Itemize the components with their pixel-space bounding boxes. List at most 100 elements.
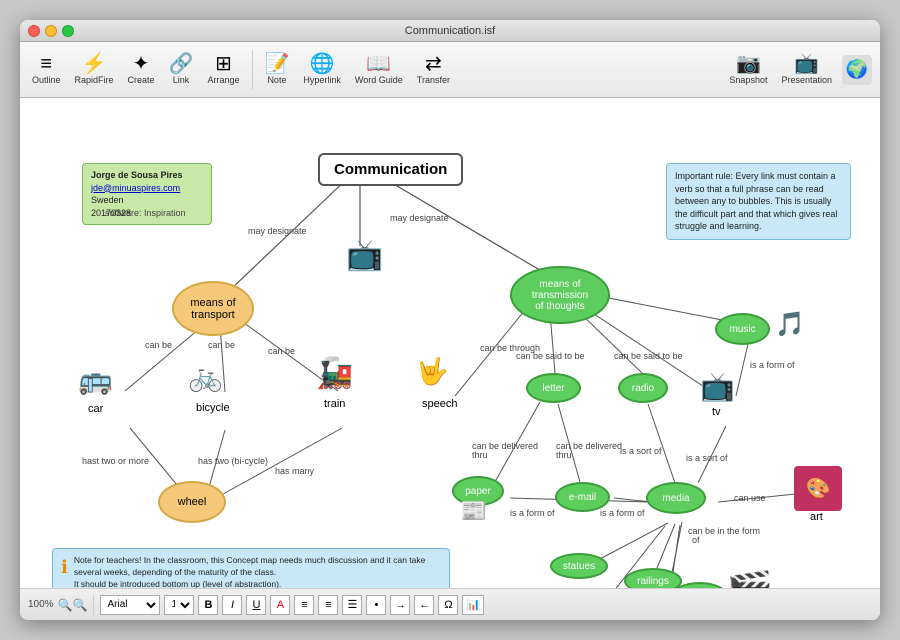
paper-label: paper xyxy=(465,486,491,497)
info-box: Important rule: Every link must contain … xyxy=(666,163,851,240)
graph-button[interactable]: 📊 xyxy=(462,595,484,615)
symbol-button[interactable]: Ω xyxy=(438,595,458,615)
hyperlink-icon: 🌐 xyxy=(310,54,335,74)
window-title: Communication.isf xyxy=(405,25,495,37)
speech-image: 🤟 xyxy=(416,356,448,387)
wheel-label: wheel xyxy=(178,496,207,508)
canvas[interactable]: Jorge de Sousa Pires jde@minuaspires.com… xyxy=(20,98,880,588)
letter-label: letter xyxy=(542,383,564,394)
tool-snapshot[interactable]: 📷 Snapshot xyxy=(725,52,771,87)
zoom-icons: 🔍🔍 xyxy=(58,598,88,612)
wordguide-label: Word Guide xyxy=(355,75,403,85)
user-country: Sweden xyxy=(91,194,203,207)
font-selector[interactable]: Arial xyxy=(100,595,160,615)
node-email[interactable]: e-mail xyxy=(555,482,610,512)
note-text: Note for teachers! In the classroom, thi… xyxy=(74,555,441,588)
node-communication[interactable]: Communication xyxy=(318,153,463,186)
speech-label: speech xyxy=(422,398,457,410)
node-car[interactable]: car xyxy=(88,403,103,415)
title-bar: Communication.isf xyxy=(20,20,880,42)
link-label-can-be-3: can be xyxy=(268,346,295,356)
align-center-button[interactable]: ≡ xyxy=(318,595,338,615)
italic-button[interactable]: I xyxy=(222,595,242,615)
tool-outline[interactable]: ≡ Outline xyxy=(28,52,65,87)
outdent-button[interactable]: ← xyxy=(414,595,434,615)
underline-button[interactable]: U xyxy=(246,595,266,615)
link-label-said-to-be-2: can be said to be xyxy=(614,351,683,361)
car-label: car xyxy=(88,403,103,415)
tool-transfer[interactable]: ⇄ Transfer xyxy=(413,52,454,87)
avatar: 🌍 xyxy=(842,55,872,85)
tool-hyperlink[interactable]: 🌐 Hyperlink xyxy=(299,52,345,87)
node-letter[interactable]: letter xyxy=(526,373,581,403)
create-icon: ✦ xyxy=(133,54,150,74)
tool-link[interactable]: 🔗 Link xyxy=(165,52,198,87)
media-label: media xyxy=(662,493,689,504)
outline-label: Outline xyxy=(32,75,61,85)
node-music[interactable]: music xyxy=(715,313,770,345)
node-bicycle[interactable]: bicycle xyxy=(196,402,230,414)
node-tv[interactable]: tv xyxy=(712,406,721,418)
link-label-may-designate-1: may designate xyxy=(248,226,307,236)
user-name: Jorge de Sousa Pires xyxy=(91,169,203,182)
size-selector[interactable]: 12 xyxy=(164,595,194,615)
color-button[interactable]: A xyxy=(270,595,290,615)
link-label-form-of-2: of xyxy=(692,535,700,545)
maximize-button[interactable] xyxy=(62,25,74,37)
presentation-icon: 📺 xyxy=(794,54,819,74)
node-art[interactable]: art xyxy=(810,511,823,523)
zoom-level: 100% xyxy=(28,599,54,610)
node-speech[interactable]: speech xyxy=(422,398,457,410)
node-wheel[interactable]: wheel xyxy=(158,481,226,523)
minimize-button[interactable] xyxy=(45,25,57,37)
close-button[interactable] xyxy=(28,25,40,37)
software-label: software: Inspiration xyxy=(105,208,186,218)
bottom-divider-1 xyxy=(93,595,94,615)
link-label-form-1: is a form of xyxy=(510,508,555,518)
bullet-button[interactable]: • xyxy=(366,595,386,615)
bold-button[interactable]: B xyxy=(198,595,218,615)
note-warning-icon: ℹ xyxy=(61,555,68,588)
art-image: 🎨 xyxy=(794,466,842,511)
radio-label: radio xyxy=(632,383,654,394)
tool-wordguide[interactable]: 📖 Word Guide xyxy=(351,52,407,87)
link-icon: 🔗 xyxy=(169,54,194,74)
tool-rapidfire[interactable]: ⚡ RapidFire xyxy=(71,52,118,87)
bottom-toolbar: 100% 🔍🔍 Arial 12 B I U A ≡ ≡ ☰ • → ← Ω 📊 xyxy=(20,588,880,620)
wordguide-icon: 📖 xyxy=(366,54,391,74)
list-button[interactable]: ☰ xyxy=(342,595,362,615)
node-statues[interactable]: statues xyxy=(550,553,608,579)
music-icon: 🎵 xyxy=(775,310,805,339)
tool-create[interactable]: ✦ Create xyxy=(124,52,159,87)
toolbar-divider-1 xyxy=(252,50,253,90)
movie-image: 🎬 xyxy=(726,570,773,588)
transfer-icon: ⇄ xyxy=(425,54,442,74)
align-left-button[interactable]: ≡ xyxy=(294,595,314,615)
link-label-sort-1: is a sort of xyxy=(620,446,662,456)
link-label-said-to-be-1: can be said to be xyxy=(516,351,585,361)
note-icon: 📝 xyxy=(265,54,290,74)
tool-arrange[interactable]: ⊞ Arrange xyxy=(203,52,243,87)
note-box: ℹ Note for teachers! In the classroom, t… xyxy=(52,548,450,588)
node-radio[interactable]: radio xyxy=(618,373,668,403)
node-means-transport[interactable]: means oftransport xyxy=(172,281,254,336)
train-image: 🚂 xyxy=(316,356,353,391)
node-railings[interactable]: railings xyxy=(624,568,682,588)
arrange-label: Arrange xyxy=(207,75,239,85)
note-label: Note xyxy=(267,75,286,85)
means-transmission-label: means oftransmissionof thoughts xyxy=(532,279,588,312)
main-toolbar: ≡ Outline ⚡ RapidFire ✦ Create 🔗 Link ⊞ … xyxy=(20,42,880,98)
indent-button[interactable]: → xyxy=(390,595,410,615)
email-label: e-mail xyxy=(569,492,596,503)
tool-presentation[interactable]: 📺 Presentation xyxy=(777,52,836,87)
tool-note[interactable]: 📝 Note xyxy=(261,52,294,87)
hyperlink-label: Hyperlink xyxy=(303,75,341,85)
bicycle-label: bicycle xyxy=(196,402,230,414)
node-means-transmission[interactable]: means oftransmissionof thoughts xyxy=(510,266,610,324)
railings-label: railings xyxy=(637,576,669,587)
snapshot-label: Snapshot xyxy=(729,75,767,85)
train-label: train xyxy=(324,398,345,410)
node-train[interactable]: train xyxy=(324,398,345,410)
node-media[interactable]: media xyxy=(646,482,706,514)
link-label-can-be-1: can be xyxy=(145,340,172,350)
